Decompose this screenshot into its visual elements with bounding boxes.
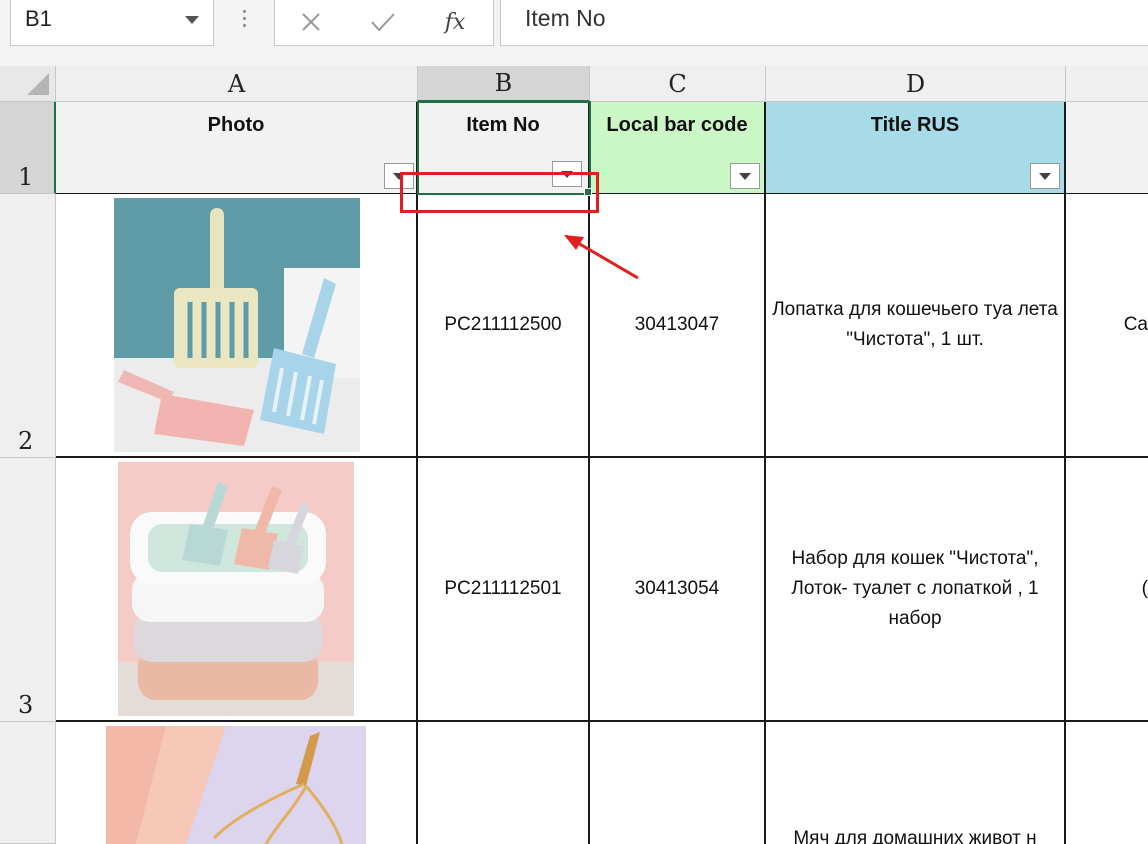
header-cell-local-bar-code[interactable]: Local bar code bbox=[590, 102, 766, 194]
photo-cell-row-4[interactable] bbox=[56, 722, 418, 844]
bar-code-cell-row-3[interactable]: 30413054 bbox=[590, 458, 766, 722]
header-cell-photo[interactable]: Photo bbox=[56, 102, 418, 194]
formula-value: Item No bbox=[525, 5, 606, 31]
title-cell-row-4[interactable]: Мяч для домашних живот н bbox=[766, 722, 1066, 844]
cancel-x-icon[interactable] bbox=[291, 4, 331, 40]
column-header-c[interactable]: C bbox=[590, 66, 766, 102]
title-row-4-text: Мяч для домашних живот н bbox=[793, 828, 1037, 844]
name-box-dropdown-icon[interactable] bbox=[185, 16, 199, 24]
column-header-d[interactable]: D bbox=[766, 66, 1066, 102]
column-header-a[interactable]: A bbox=[56, 66, 418, 102]
formula-bar: B1 fx Item No bbox=[0, 0, 1148, 66]
annotation-arrow-icon bbox=[564, 234, 639, 280]
product-photo-feather-ball[interactable] bbox=[106, 726, 366, 844]
insert-function-icon[interactable]: fx bbox=[435, 4, 475, 40]
header-bar-code-label: Local bar code bbox=[606, 113, 748, 136]
name-box-value: B1 bbox=[25, 6, 52, 31]
header-cell-e[interactable] bbox=[1066, 102, 1148, 194]
name-box[interactable]: B1 bbox=[10, 0, 214, 46]
formula-buttons: fx bbox=[274, 0, 494, 46]
partial-cell-row-4[interactable] bbox=[1066, 722, 1148, 844]
row-number: 3 bbox=[18, 691, 34, 719]
row-number: 1 bbox=[18, 163, 34, 191]
row-header-4[interactable] bbox=[0, 722, 56, 844]
filter-dropdown-icon[interactable] bbox=[730, 163, 760, 189]
more-options-icon[interactable] bbox=[238, 6, 250, 36]
fx-label: fx bbox=[444, 9, 466, 35]
row-header-2[interactable]: 2 bbox=[0, 194, 56, 458]
select-all-corner[interactable] bbox=[0, 66, 56, 102]
column-header-b[interactable]: B bbox=[418, 66, 590, 102]
row-header-3[interactable]: 3 bbox=[0, 458, 56, 722]
item-no-cell-row-4[interactable] bbox=[418, 722, 590, 844]
header-title-rus-label: Title RUS bbox=[870, 113, 960, 136]
product-photo-litter-box-set[interactable] bbox=[118, 462, 354, 716]
partial-cell-row-3[interactable]: ( bbox=[1066, 458, 1148, 722]
title-cell-row-3[interactable]: Набор для кошек "Чистота", Лоток- туалет… bbox=[766, 458, 1066, 722]
annotation-highlight-box bbox=[400, 172, 599, 213]
row-header-1[interactable]: 1 bbox=[0, 102, 56, 194]
bar-code-cell-row-4[interactable] bbox=[590, 722, 766, 844]
column-header-e[interactable] bbox=[1066, 66, 1148, 102]
product-photo-scoop[interactable] bbox=[114, 198, 360, 452]
header-cell-title-rus[interactable]: Title RUS bbox=[766, 102, 1066, 194]
photo-cell-row-3[interactable] bbox=[56, 458, 418, 722]
filter-dropdown-icon[interactable] bbox=[1030, 163, 1060, 189]
title-cell-row-2[interactable]: Лопатка для кошечьего туа лета "Чистота"… bbox=[766, 194, 1066, 458]
partial-cell-row-2[interactable]: Ca bbox=[1066, 194, 1148, 458]
item-no-cell-row-3[interactable]: PC211112501 bbox=[418, 458, 590, 722]
select-all-icon bbox=[27, 73, 49, 95]
formula-input[interactable]: Item No bbox=[500, 0, 1148, 46]
row-number: 2 bbox=[18, 427, 34, 455]
photo-cell-row-2[interactable] bbox=[56, 194, 418, 458]
confirm-check-icon[interactable] bbox=[363, 4, 403, 40]
header-photo-label: Photo bbox=[207, 113, 265, 136]
